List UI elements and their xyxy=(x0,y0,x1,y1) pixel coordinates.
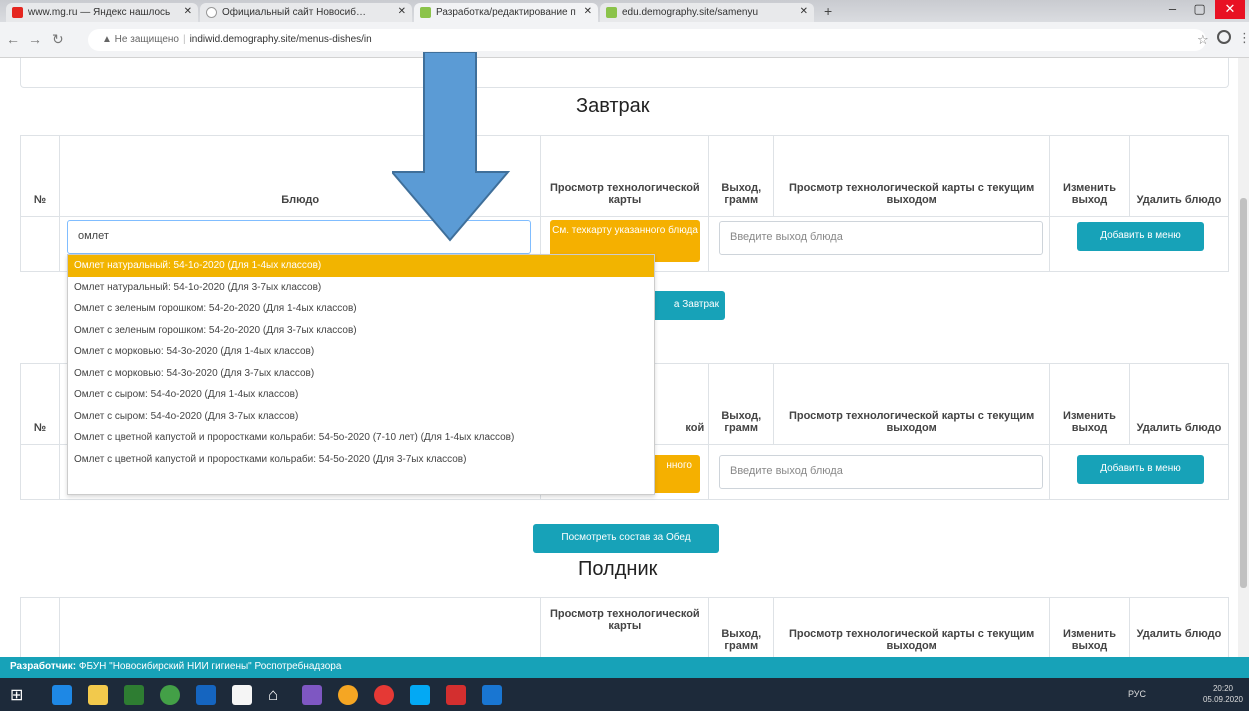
window-close-button[interactable]: ✕ xyxy=(1215,0,1245,19)
col-view-card-current: Просмотр технологической карты с текущим… xyxy=(773,363,1051,445)
app-icon[interactable] xyxy=(338,685,358,705)
col-dish xyxy=(58,597,542,657)
windows-taskbar: ⊞ ⌂ РУС 20:20 05.09.2020 xyxy=(0,678,1249,711)
page-footer: Разработчик: ФБУН "Новосибирский НИИ гиг… xyxy=(0,657,1249,678)
browser-tab-2[interactable]: Официальный сайт Новосибир ✕ xyxy=(200,3,412,22)
reload-icon[interactable]: ↻ xyxy=(52,31,64,48)
footer-label: Разработчик: xyxy=(10,661,77,672)
col-output: Выход, грамм xyxy=(708,363,775,445)
snack-table: № Просмотр технологической карты Выход, … xyxy=(20,597,1229,657)
autocomplete-option[interactable]: Омлет натуральный: 54-1о-2020 (Для 1-4ых… xyxy=(68,255,654,277)
output-input-lunch[interactable]: Введите выход блюда xyxy=(719,455,1043,489)
browser-tab-3[interactable]: Разработка/редактирование п ✕ xyxy=(414,3,598,22)
autocomplete-option[interactable]: Омлет с зеленым горошком: 54-2о-2020 (Дл… xyxy=(68,298,654,320)
globe-icon xyxy=(206,7,217,18)
autocomplete-option[interactable]: Омлет с зеленым горошком: 54-2о-2020 (Дл… xyxy=(68,320,654,342)
back-arrow-icon[interactable]: ← xyxy=(6,31,20,47)
col-view-card: Просмотр технологической карты xyxy=(540,597,710,657)
site-favicon-icon xyxy=(420,7,431,18)
autocomplete-option[interactable]: Омлет с сыром: 54-4о-2020 (Для 1-4ых кла… xyxy=(68,384,654,406)
app-icon[interactable] xyxy=(124,685,144,705)
skype-icon[interactable] xyxy=(410,685,430,705)
menu-dots-icon[interactable]: ⋮ xyxy=(1238,30,1249,46)
url-text: indiwid.demography.site/menus-dishes/in xyxy=(189,34,372,45)
autocomplete-option[interactable]: Омлет с морковью: 54-3о-2020 (Для 1-4ых … xyxy=(68,341,654,363)
mail-icon[interactable] xyxy=(302,685,322,705)
col-view-card: Просмотр технологической карты xyxy=(540,135,710,217)
autocomplete-option[interactable]: Омлет натуральный: 54-1о-2020 (Для 3-7ых… xyxy=(68,277,654,299)
page-scrollbar[interactable] xyxy=(1238,58,1249,657)
col-view-card-current: Просмотр технологической карты с текущим… xyxy=(773,597,1051,657)
add-to-menu-button[interactable]: Добавить в меню xyxy=(1077,222,1204,251)
app-icon[interactable] xyxy=(160,685,180,705)
autocomplete-option[interactable]: Омлет с морковью: 54-3о-2020 (Для 3-7ых … xyxy=(68,363,654,385)
col-change-output: Изменить выход xyxy=(1049,363,1130,445)
close-icon[interactable]: ✕ xyxy=(184,6,192,17)
autocomplete-option[interactable]: Омлет с цветной капустой и проростками к… xyxy=(68,427,654,449)
down-arrow-annotation-icon xyxy=(392,52,511,242)
add-to-menu-button-lunch[interactable]: Добавить в меню xyxy=(1077,455,1204,484)
col-num: № xyxy=(20,363,60,445)
col-delete-dish: Удалить блюдо xyxy=(1128,363,1230,445)
autocomplete-dropdown: Омлет натуральный: 54-1о-2020 (Для 1-4ых… xyxy=(67,254,655,495)
minimize-button[interactable]: – xyxy=(1159,0,1186,19)
close-icon[interactable]: ✕ xyxy=(398,6,406,17)
col-num: № xyxy=(20,135,60,217)
col-output: Выход, грамм xyxy=(708,597,775,657)
col-delete-dish: Удалить блюдо xyxy=(1129,597,1229,657)
close-icon[interactable]: ✕ xyxy=(584,6,592,17)
pdf-icon[interactable] xyxy=(446,685,466,705)
close-icon[interactable]: ✕ xyxy=(800,6,808,17)
app-icon[interactable] xyxy=(196,685,216,705)
col-view-card-current: Просмотр технологической карты с текущим… xyxy=(773,135,1051,217)
col-delete-dish: Удалить блюдо xyxy=(1129,135,1229,217)
autocomplete-option[interactable]: Омлет с цветной капустой и проростками к… xyxy=(68,449,654,471)
col-change-output: Изменить выход xyxy=(1049,597,1130,657)
autocomplete-option[interactable]: Омлет с сыром: 54-4о-2020 (Для 3-7ых кла… xyxy=(68,406,654,428)
top-card xyxy=(20,58,1229,88)
yandex-icon xyxy=(12,7,23,18)
address-bar: ← → ↻ ▲ Не защищено | indiwid.demography.s… xyxy=(0,22,1249,58)
site-favicon-icon xyxy=(606,7,617,18)
col-change-output: Изменить выход xyxy=(1049,135,1130,217)
browser-tab-1[interactable]: www.mg.ru — Яндекс нашлось ✕ xyxy=(6,3,198,22)
ie-icon[interactable] xyxy=(52,685,72,705)
word-icon[interactable] xyxy=(482,685,502,705)
bookmark-star-icon[interactable]: ☆ xyxy=(1197,32,1209,48)
browser-tab-bar: www.mg.ru — Яндекс нашлось ✕ Официальный… xyxy=(0,0,1249,22)
browser-tab-4[interactable]: edu.demography.site/samenyu ✕ xyxy=(600,3,814,22)
chrome-icon[interactable] xyxy=(374,685,394,705)
snack-title: Полдник xyxy=(578,558,658,580)
output-input[interactable]: Введите выход блюда xyxy=(719,221,1043,255)
tray-language[interactable]: РУС xyxy=(1128,689,1146,699)
tray-clock[interactable]: 20:20 05.09.2020 xyxy=(1203,683,1243,705)
account-icon[interactable] xyxy=(1217,30,1231,44)
home-icon[interactable]: ⌂ xyxy=(268,685,288,705)
url-field[interactable]: ▲ Не защищено | indiwid.demography.site/me… xyxy=(88,29,1206,51)
forward-arrow-icon[interactable]: → xyxy=(28,31,42,47)
windows-start-icon[interactable]: ⊞ xyxy=(10,685,30,705)
breakfast-title: Завтрак xyxy=(576,95,650,117)
view-lunch-button[interactable]: Посмотреть состав за Обед xyxy=(533,524,719,553)
scrollbar-thumb[interactable] xyxy=(1240,198,1247,588)
footer-text: ФБУН "Новосибирский НИИ гигиены" Роспотр… xyxy=(78,661,342,672)
not-secure-label[interactable]: ▲ Не защищено xyxy=(102,34,179,45)
maximize-button[interactable]: ▢ xyxy=(1186,0,1213,19)
folder-icon[interactable] xyxy=(88,685,108,705)
col-num: № xyxy=(20,597,60,657)
col-output: Выход, грамм xyxy=(708,135,775,217)
document-icon[interactable] xyxy=(232,685,252,705)
new-tab-button[interactable]: + xyxy=(824,3,832,19)
